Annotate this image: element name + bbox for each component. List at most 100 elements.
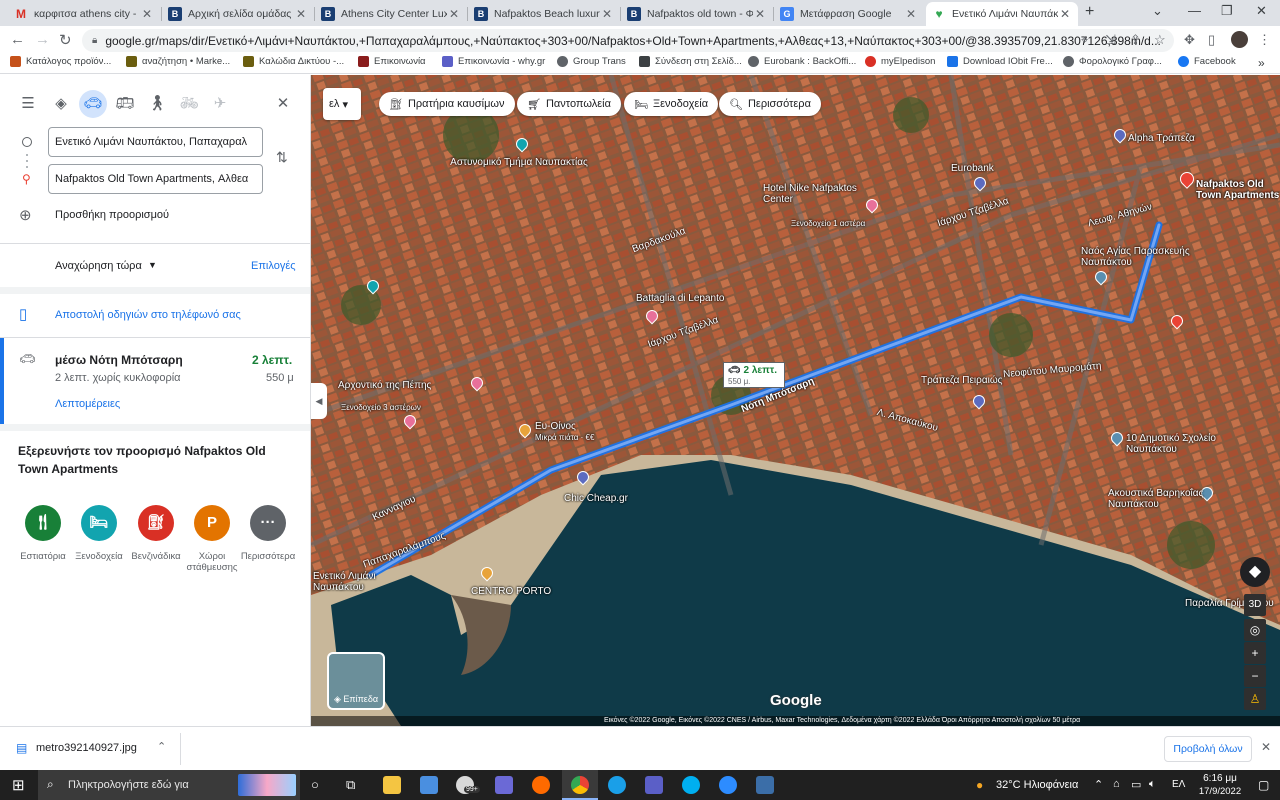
transit-mode-icon[interactable]: 🚌︎ <box>114 93 136 115</box>
task-view-icon[interactable]: ⧉ <box>346 777 355 793</box>
bookmark-item[interactable]: Facebook <box>1178 56 1236 67</box>
chip-fuel[interactable]: ⛽︎ Πρατήρια καυσίμων <box>379 92 515 116</box>
bookmark-item[interactable]: Eurobank : BackOffi... <box>748 56 856 67</box>
depart-now-dropdown[interactable]: Αναχώρηση τώρα <box>55 260 142 272</box>
bookmark-item[interactable]: Επικοινωνία - why.gr <box>442 56 545 67</box>
close-tab-icon[interactable]: ✕ <box>140 7 154 21</box>
network-icon[interactable]: ⌂ <box>1113 778 1120 790</box>
tab-search-icon[interactable]: ⌄ <box>1152 3 1163 19</box>
browser-tab[interactable]: M καρφιτσα athens city - ✕ <box>8 2 160 26</box>
side-panel-icon[interactable]: ▯ <box>1208 32 1215 48</box>
more-icon[interactable]: ··· <box>250 505 286 541</box>
route-details-link[interactable]: Λεπτομέρειες <box>55 398 120 410</box>
clock-date[interactable]: 17/9/2022 <box>1195 786 1245 797</box>
clock-time[interactable]: 6:16 μμ <box>1200 773 1240 784</box>
my-location-icon[interactable]: ◎ <box>1244 619 1266 641</box>
zoom-in-button[interactable]: + <box>1244 642 1266 664</box>
browser-tab[interactable]: B Nafpaktos old town - Φωτ ✕ <box>621 2 773 26</box>
teams-icon[interactable] <box>645 776 663 794</box>
chip-hotels[interactable]: 🛏︎ Ξενοδοχεία <box>624 92 719 116</box>
file-explorer-icon[interactable] <box>383 776 401 794</box>
edge-icon[interactable] <box>608 776 626 794</box>
notifications-icon[interactable]: ▢ <box>1258 778 1269 792</box>
origin-input[interactable]: Ενετικό Λιμάνι Ναυπάκτου, Παπαχαραλ <box>48 127 263 157</box>
compass-icon[interactable]: ◆ <box>1240 557 1270 587</box>
satellite-map[interactable]: ελ ▾ ⛽︎ Πρατήρια καυσίμων 🛒︎ Παντοπωλεία 🛏… <box>311 75 1280 726</box>
bookmark-item[interactable]: αναζήτηση • Marke... <box>126 56 230 67</box>
location-icon[interactable]: ⌖ <box>1081 32 1088 48</box>
reload-icon[interactable]: ↻ <box>59 31 72 49</box>
bookmark-item[interactable]: Σύνδεση στη Σελίδ... <box>639 56 742 67</box>
add-destination-icon[interactable]: ⊕ <box>19 206 32 224</box>
route-option[interactable]: 🚗︎ μέσω Νότη Μπότσαρη 2 λεπτ. 2 λεπτ. χω… <box>4 338 310 424</box>
best-route-icon[interactable]: ◈ <box>50 93 72 115</box>
menu-kebab-icon[interactable]: ⋮ <box>1258 32 1271 48</box>
pegman-icon[interactable]: ♙ <box>1244 688 1266 710</box>
store-icon[interactable] <box>420 776 438 794</box>
swap-icon[interactable]: ⇅ <box>276 149 288 166</box>
bookmark-star-icon[interactable]: ☆ <box>1154 32 1166 48</box>
app-icon[interactable] <box>495 776 513 794</box>
route-callout[interactable]: 🚗︎ 2 λεπτ. 550 μ. <box>723 362 785 388</box>
menu-icon[interactable]: ☰ <box>17 93 39 115</box>
minimize-button[interactable]: — <box>1188 3 1201 18</box>
language-button[interactable]: ελ ▾ <box>323 88 361 120</box>
send-to-phone-link[interactable]: Αποστολή οδηγιών στο τηλέφωνό σας <box>55 309 241 321</box>
layers-button[interactable]: ◈ Επίπεδα <box>327 652 385 710</box>
close-tab-icon[interactable]: ✕ <box>294 7 308 21</box>
fork-knife-icon[interactable]: 🍴︎ <box>25 505 61 541</box>
skype-icon[interactable] <box>682 776 700 794</box>
collapse-panel-button[interactable]: ◀ <box>311 383 327 419</box>
battery-icon[interactable]: ▭ <box>1131 778 1141 791</box>
bookmark-item[interactable]: Group Trans <box>557 56 626 67</box>
close-downloads-icon[interactable]: ✕ <box>1261 740 1271 754</box>
bookmark-item[interactable]: Επικοινωνία <box>358 56 426 67</box>
browser-tab[interactable]: B Athens City Center Luxury ✕ <box>315 2 467 26</box>
add-destination-link[interactable]: Προσθήκη προορισμού <box>55 209 169 221</box>
parking-icon[interactable]: P <box>194 505 230 541</box>
chip-groceries[interactable]: 🛒︎ Παντοπωλεία <box>517 92 621 116</box>
bookmark-item[interactable]: Κατάλογος προϊόν... <box>10 56 111 67</box>
close-tab-icon[interactable]: ✕ <box>1058 7 1072 21</box>
browser-tab-active[interactable]: ♥ Ενετικό Λιμάνι Ναυπάκτο ✕ <box>926 2 1078 26</box>
weather-text[interactable]: 32°C Ηλιοφάνεια <box>996 779 1078 791</box>
car-mode-icon[interactable]: 🚗︎ <box>79 90 107 118</box>
close-directions-icon[interactable]: ✕ <box>272 93 294 115</box>
download-filename[interactable]: metro392140927.jpg <box>36 742 137 754</box>
address-bar[interactable]: 🔒︎ google.gr/maps/dir/Ενετικό+Λιμάνι+Ναυ… <box>82 29 1174 52</box>
fuel-icon[interactable]: ⛽︎ <box>138 505 174 541</box>
photos-icon[interactable] <box>756 776 774 794</box>
windows-start-icon[interactable]: ⊞ <box>12 776 25 794</box>
close-tab-icon[interactable]: ✕ <box>447 7 461 21</box>
zoom-out-button[interactable]: − <box>1244 665 1266 687</box>
install-icon[interactable]: ⇲ <box>1105 32 1116 48</box>
bookmarks-overflow-icon[interactable]: » <box>1258 56 1265 70</box>
firefox-icon[interactable] <box>532 776 550 794</box>
language-indicator[interactable]: ΕΛ <box>1172 779 1185 790</box>
cortana-icon[interactable]: ○ <box>311 777 319 792</box>
browser-tab[interactable]: B Nafpaktos Beach luxury S ✕ <box>468 2 620 26</box>
back-icon[interactable]: ← <box>10 31 25 48</box>
close-window-button[interactable]: ✕ <box>1256 3 1267 19</box>
walk-mode-icon[interactable]: 🚶︎ <box>146 93 168 115</box>
volume-icon[interactable]: 🔈︎ <box>1149 778 1156 791</box>
bookmark-item[interactable]: Καλώδια Δικτύου -... <box>243 56 344 67</box>
share-icon[interactable]: ⇪ <box>1130 32 1141 48</box>
new-tab-button[interactable]: + <box>1085 3 1094 21</box>
browser-tab[interactable]: G Μετάφραση Google ✕ <box>774 2 924 26</box>
options-link[interactable]: Επιλογές <box>251 260 296 272</box>
bike-mode-icon[interactable]: 🚲︎ <box>178 93 200 115</box>
chrome-taskbar-button[interactable] <box>562 770 598 800</box>
bookmark-item[interactable]: myElpedison <box>865 56 935 67</box>
chevron-up-icon[interactable]: ⌃ <box>157 740 166 753</box>
chip-more[interactable]: 🔍︎ Περισσότερα <box>719 92 821 116</box>
close-tab-icon[interactable]: ✕ <box>753 7 767 21</box>
extensions-icon[interactable]: ✥ <box>1184 32 1195 48</box>
bed-icon[interactable]: 🛏︎ <box>81 505 117 541</box>
forward-icon[interactable]: → <box>35 31 50 48</box>
app-icon[interactable] <box>719 776 737 794</box>
flight-mode-icon[interactable]: ✈ <box>209 93 231 115</box>
show-all-button[interactable]: Προβολή όλων <box>1164 736 1252 762</box>
maximize-button[interactable]: ❐ <box>1221 3 1233 19</box>
bookmark-item[interactable]: Download IObit Fre... <box>947 56 1053 67</box>
